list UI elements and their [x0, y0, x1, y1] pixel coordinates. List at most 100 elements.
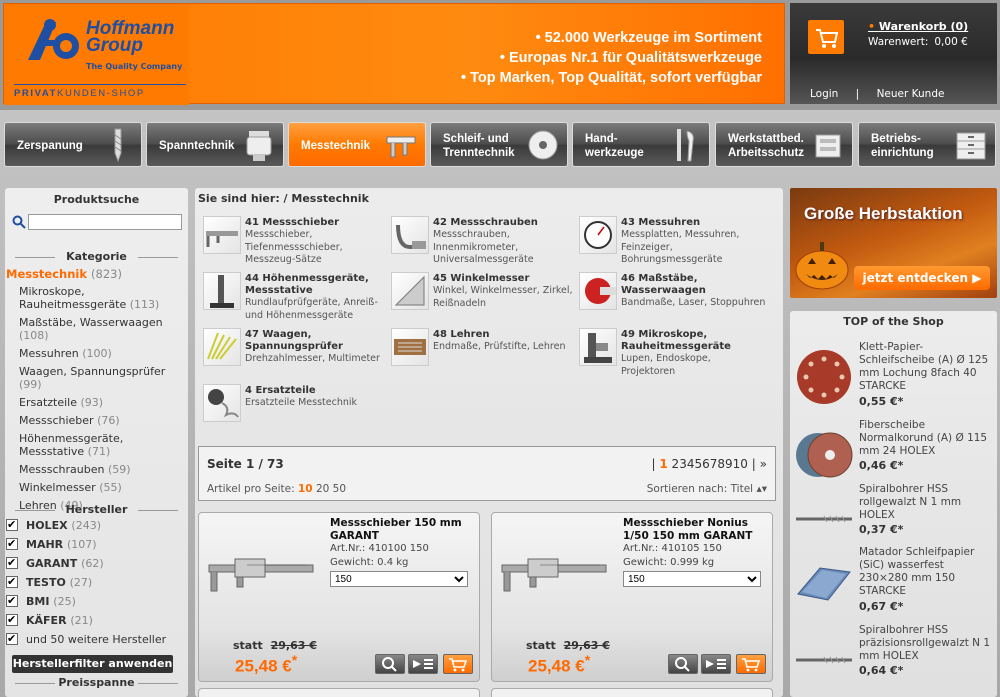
category-subs: Mikroskope, Rauheitmessgeräte (113) Maßst…: [6, 285, 181, 512]
page-link[interactable]: 5: [694, 457, 702, 471]
checkbox-checked-icon[interactable]: [6, 554, 18, 571]
sort-control[interactable]: Sortieren nach: Titel ▴▾: [647, 483, 767, 495]
checkbox-checked-icon[interactable]: [6, 630, 18, 647]
category-item[interactable]: Maßstäbe, Wasserwaagen (108): [6, 316, 181, 342]
login-link[interactable]: Login: [810, 88, 838, 100]
checkbox-checked-icon[interactable]: [6, 516, 18, 533]
hoffmann-logo-icon: [28, 19, 79, 60]
subcategory-title-text: 45 Winkelmesser: [433, 273, 530, 284]
category-item[interactable]: Mikroskope, Rauheitmessgeräte (113): [6, 285, 181, 311]
subcategory-item[interactable]: 44 Höhenmessgeräte, Messstative Rundlaufp…: [203, 270, 388, 324]
caliper-product-image[interactable]: [207, 553, 317, 597]
apply-manufacturer-filter-button[interactable]: Herstellerfilter anwenden: [12, 655, 173, 673]
logo[interactable]: Hoffmann Group The Quality Company PRIVA…: [4, 4, 189, 105]
autumn-promo-banner[interactable]: Große Herbstaktion jetzt entdecken ▶: [790, 188, 997, 298]
product-article-number: Art.Nr.: 410105 150: [623, 543, 722, 554]
manufacturer-item[interactable]: KÄFER (21): [6, 611, 181, 631]
checkbox-checked-icon[interactable]: [6, 611, 18, 628]
category-item[interactable]: Ersatzteile (93): [6, 396, 181, 409]
search-input[interactable]: [28, 214, 182, 230]
category-item[interactable]: Messschrauben (59): [6, 463, 181, 476]
subcategory-item[interactable]: 41 Messschieber Messschieber, Tiefenmesss…: [203, 214, 388, 268]
subcategory-thumbnail: [391, 328, 429, 366]
top-shop-item[interactable]: Klett-Papier-Schleifscheibe (A) Ø 125 mm…: [790, 341, 997, 411]
nav-tab-werkstattbedarf[interactable]: Werkstattbed. Arbeitsschutz: [715, 122, 853, 167]
product-weight: Gewicht: 0.999 kg: [623, 557, 715, 568]
top-shop-item[interactable]: Matador Schleifpapier (SiC) wasserfest 2…: [790, 546, 997, 616]
subcategory-item[interactable]: 42 Messschrauben Messschrauben, Innenmikr…: [391, 214, 576, 268]
nav-tab-zerspanung[interactable]: Zerspanung: [4, 122, 142, 167]
cart-value: Warenwert: 0,00 €: [868, 36, 968, 48]
zoom-button[interactable]: [375, 654, 405, 674]
category-item-count: (99): [19, 378, 42, 391]
nav-tab-schleif-trenntechnik[interactable]: Schleif- und Trenntechnik: [430, 122, 568, 167]
checkbox-checked-icon[interactable]: [6, 592, 18, 609]
nav-tab-messtechnik[interactable]: Messtechnik: [288, 122, 426, 167]
subcategory-item[interactable]: 47 Waagen, Spannungsprüfer Drehzahlmesser…: [203, 326, 388, 380]
top-shop-item-price: 0,67 €*: [859, 600, 904, 613]
subcategory-item[interactable]: 45 Winkelmesser Winkel, Winkelmesser, Zir…: [391, 270, 576, 324]
usp-item: Top Marken, Top Qualität, sofort verfügb…: [461, 68, 762, 88]
manufacturer-item[interactable]: BMI (25): [6, 592, 181, 612]
cart-button[interactable]: [808, 20, 844, 54]
top-shop-title: TOP of the Shop: [843, 315, 944, 328]
manufacturer-item[interactable]: HOLEX (243): [6, 516, 181, 536]
variant-select[interactable]: 150: [623, 571, 761, 587]
nav-tab-handwerkzeuge[interactable]: Hand- werkzeuge: [572, 122, 710, 167]
manufacturer-item[interactable]: GARANT (62): [6, 554, 181, 574]
subcategory-item[interactable]: 49 Mikroskope, Rauheitmessgeräte Lupen, E…: [579, 326, 764, 380]
page-link[interactable]: 6: [702, 457, 710, 471]
checkbox-checked-icon[interactable]: [6, 573, 18, 590]
page-next[interactable]: »: [760, 457, 767, 471]
category-item[interactable]: Messuhren (100): [6, 347, 181, 360]
zoom-button[interactable]: [668, 654, 698, 674]
add-to-cart-button[interactable]: [443, 654, 473, 674]
caliper-product-image[interactable]: [500, 553, 610, 597]
subcategory-item[interactable]: 46 Maßstäbe, Wasserwaagen Bandmaße, Laser…: [579, 270, 765, 324]
cart-icon: [449, 658, 468, 672]
add-to-cart-button[interactable]: [736, 654, 766, 674]
new-customer-link[interactable]: Neuer Kunde: [877, 88, 945, 100]
subcategory-image: [584, 221, 612, 249]
details-button[interactable]: [701, 654, 731, 674]
category-top-label: Messtechnik: [6, 267, 88, 281]
subcategory-title: 4 Ersatzteile Ersatzteile Messtechnik: [245, 385, 390, 410]
top-shop-item[interactable]: Spiralbohrer HSS rollgewalzt N 1 mm HOLE…: [790, 483, 997, 553]
product-card: Messschieber 150 mm GARANT Art.Nr.: 4101…: [198, 512, 480, 682]
manufacturer-item[interactable]: TESTO (27): [6, 573, 181, 593]
page-link[interactable]: 10: [733, 457, 748, 471]
category-item[interactable]: Höhenmessgeräte, Messstative (71): [6, 432, 181, 458]
per-page-option[interactable]: 20: [316, 483, 329, 495]
cart-link[interactable]: Warenkorb (0): [868, 20, 968, 33]
product-name[interactable]: Messschieber Nonius 1/50 150 mm GARANT: [623, 517, 768, 543]
nav-tab-spanntechnik[interactable]: Spanntechnik: [146, 122, 284, 167]
promo-discover-button[interactable]: jetzt entdecken ▶: [854, 266, 990, 290]
category-top[interactable]: Messtechnik (823): [6, 267, 181, 281]
variant-select[interactable]: 150: [330, 571, 468, 587]
search-icon[interactable]: [12, 215, 26, 229]
subcategory-image: [394, 339, 426, 355]
subcategory-item[interactable]: 43 Messuhren Messplatten, Messuhren, Fein…: [579, 214, 764, 268]
page-link[interactable]: 3: [679, 457, 687, 471]
per-page-option[interactable]: 50: [333, 483, 346, 495]
per-page: Artikel pro Seite: 10 20 50: [207, 483, 346, 495]
page-link[interactable]: 8: [717, 457, 725, 471]
category-item[interactable]: Messschieber (76): [6, 414, 181, 427]
category-item[interactable]: Waagen, Spannungsprüfer (99): [6, 365, 181, 391]
product-name[interactable]: Messschieber 150 mm GARANT: [330, 517, 475, 543]
checkbox-checked-icon[interactable]: [6, 535, 18, 552]
page-link[interactable]: 9: [725, 457, 733, 471]
manufacturer-count: (27): [69, 576, 93, 589]
subcategory-item[interactable]: 48 Lehren Endmaße, Prüfstifte, Lehren: [391, 326, 576, 380]
details-button[interactable]: [408, 654, 438, 674]
manufacturer-item[interactable]: MAHR (107): [6, 535, 181, 555]
top-shop-item[interactable]: Fiberscheibe Normalkorund (A) Ø 115 mm 2…: [790, 419, 997, 489]
nav-tab-betriebseinrichtung[interactable]: Betriebs- einrichtung: [858, 122, 996, 167]
category-item[interactable]: Winkelmesser (55): [6, 481, 181, 494]
more-manufacturers-item[interactable]: und 50 weitere Hersteller: [6, 630, 181, 650]
top-shop-item[interactable]: Spiralbohrer HSS präzisionsrollgewalzt N…: [790, 624, 997, 694]
per-page-option[interactable]: 10: [298, 483, 313, 495]
subcategory-item[interactable]: 4 Ersatzteile Ersatzteile Messtechnik: [203, 382, 388, 436]
category-item-label: Ersatzteile: [19, 396, 77, 409]
usp-item: Europas Nr.1 für Qualitätswerkzeuge: [461, 48, 762, 68]
